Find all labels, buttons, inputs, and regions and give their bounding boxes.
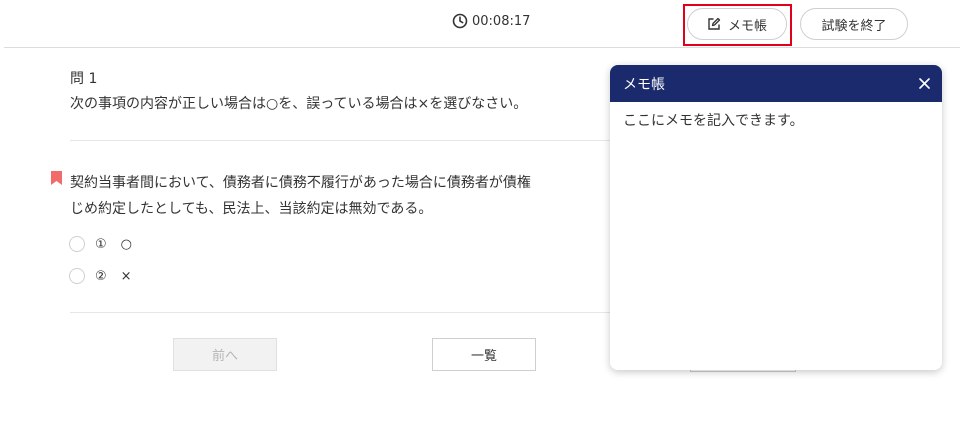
clock-icon — [452, 13, 468, 29]
prev-button[interactable]: 前へ — [173, 338, 277, 371]
option-label: ○ — [120, 236, 132, 252]
close-icon[interactable] — [919, 78, 930, 89]
statement-line: じめ約定したとしても、民法上、当該約定は無効である。 — [70, 201, 433, 217]
prev-button-label: 前へ — [211, 349, 238, 364]
option-2[interactable]: ② × — [69, 268, 132, 284]
statement-line: 契約当事者間において、債務者に債務不履行があった場合に債務者が債権 — [70, 175, 531, 191]
memo-textarea[interactable] — [610, 102, 942, 370]
timer-value: 00:08:17 — [472, 13, 531, 29]
option-label: × — [120, 268, 132, 284]
option-1[interactable]: ① ○ — [69, 236, 132, 252]
list-button-label: 一覧 — [470, 349, 497, 364]
option-number: ① — [95, 236, 107, 252]
memo-button[interactable]: メモ帳 — [687, 8, 787, 40]
question-number: 問 1 — [70, 71, 98, 87]
divider — [70, 140, 610, 141]
radio-button[interactable] — [69, 236, 85, 252]
memo-button-label: メモ帳 — [727, 18, 767, 34]
memo-panel: メモ帳 — [610, 65, 942, 370]
radio-button[interactable] — [69, 268, 85, 284]
edit-icon — [708, 17, 721, 30]
option-number: ② — [95, 268, 107, 284]
list-button[interactable]: 一覧 — [432, 338, 536, 371]
memo-panel-header: メモ帳 — [610, 65, 942, 102]
bookmark-icon[interactable] — [51, 171, 62, 185]
divider — [70, 312, 610, 313]
memo-panel-title: メモ帳 — [623, 76, 665, 93]
end-exam-button-label: 試験を終了 — [821, 18, 887, 34]
question-instruction: 次の事項の内容が正しい場合は○を、誤っている場合は×を選びなさい。 — [70, 96, 528, 112]
exam-timer: 00:08:17 — [452, 13, 530, 29]
end-exam-button[interactable]: 試験を終了 — [800, 8, 908, 40]
question-statement: 契約当事者間において、債務者に債務不履行があった場合に債務者が債権 じめ約定した… — [70, 170, 610, 222]
